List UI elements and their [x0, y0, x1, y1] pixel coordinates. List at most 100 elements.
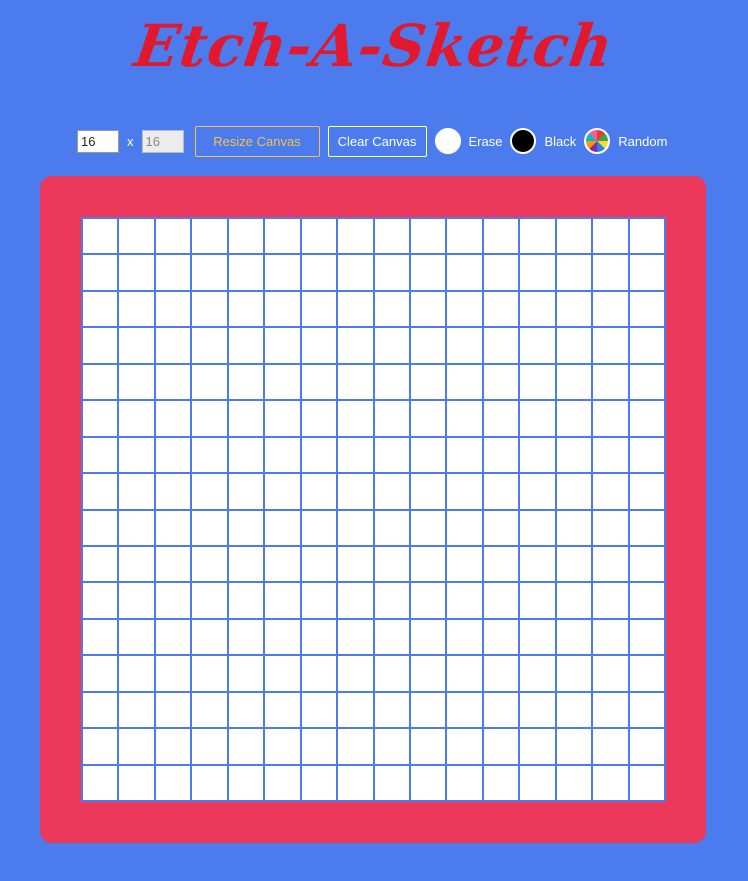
grid-cell[interactable]	[482, 363, 520, 401]
grid-cell[interactable]	[227, 509, 265, 546]
grid-cell[interactable]	[628, 691, 665, 729]
grid-cell[interactable]	[519, 691, 556, 729]
grid-cell[interactable]	[373, 400, 410, 437]
grid-cell[interactable]	[154, 764, 192, 801]
grid-cell[interactable]	[555, 764, 593, 801]
grid-cell[interactable]	[118, 254, 155, 291]
grid-cell[interactable]	[519, 728, 556, 765]
drawing-grid[interactable]	[81, 217, 666, 802]
grid-cell[interactable]	[409, 691, 447, 729]
grid-cell[interactable]	[519, 254, 556, 291]
grid-cell[interactable]	[154, 618, 192, 656]
grid-cell[interactable]	[264, 509, 301, 546]
grid-cell[interactable]	[300, 363, 338, 401]
grid-cell[interactable]	[118, 436, 155, 474]
grid-cell[interactable]	[300, 327, 338, 364]
grid-cell[interactable]	[409, 218, 447, 255]
grid-cell[interactable]	[118, 363, 155, 401]
grid-cell[interactable]	[373, 764, 410, 801]
grid-cell[interactable]	[337, 618, 374, 656]
grid-cell[interactable]	[628, 582, 665, 619]
grid-cell[interactable]	[482, 509, 520, 546]
grid-cell[interactable]	[82, 400, 119, 437]
grid-cell[interactable]	[227, 254, 265, 291]
grid-cell[interactable]	[264, 290, 301, 328]
grid-cell[interactable]	[373, 509, 410, 546]
random-swatch-icon[interactable]	[584, 128, 611, 154]
grid-cell[interactable]	[82, 618, 119, 656]
grid-cell[interactable]	[154, 728, 192, 765]
grid-cell[interactable]	[118, 618, 155, 656]
grid-cell[interactable]	[592, 728, 629, 765]
grid-cell[interactable]	[592, 327, 629, 364]
grid-cell[interactable]	[191, 363, 228, 401]
grid-cell[interactable]	[300, 582, 338, 619]
grid-cell[interactable]	[300, 728, 338, 765]
grid-cell[interactable]	[264, 363, 301, 401]
grid-cell[interactable]	[519, 618, 556, 656]
grid-cell[interactable]	[227, 473, 265, 510]
grid-cell[interactable]	[409, 618, 447, 656]
grid-cell[interactable]	[519, 473, 556, 510]
grid-cell[interactable]	[227, 436, 265, 474]
grid-cell[interactable]	[191, 218, 228, 255]
grid-cell[interactable]	[519, 509, 556, 546]
grid-cell[interactable]	[191, 290, 228, 328]
grid-cell[interactable]	[409, 473, 447, 510]
grid-cell[interactable]	[519, 436, 556, 474]
grid-cell[interactable]	[337, 363, 374, 401]
grid-cell[interactable]	[446, 691, 483, 729]
grid-cell[interactable]	[592, 691, 629, 729]
grid-cell[interactable]	[82, 691, 119, 729]
grid-cell[interactable]	[337, 655, 374, 692]
grid-cell[interactable]	[555, 254, 593, 291]
grid-cell[interactable]	[555, 582, 593, 619]
grid-cell[interactable]	[628, 618, 665, 656]
grid-cell[interactable]	[337, 436, 374, 474]
grid-cell[interactable]	[373, 436, 410, 474]
grid-cell[interactable]	[154, 254, 192, 291]
clear-canvas-button[interactable]: Clear Canvas	[327, 125, 427, 157]
grid-cell[interactable]	[82, 728, 119, 765]
grid-cell[interactable]	[191, 473, 228, 510]
grid-cell[interactable]	[555, 509, 593, 546]
grid-cell[interactable]	[227, 363, 265, 401]
grid-cell[interactable]	[628, 363, 665, 401]
grid-cell[interactable]	[373, 545, 410, 583]
grid-cell[interactable]	[300, 218, 338, 255]
grid-cell[interactable]	[337, 327, 374, 364]
grid-cell[interactable]	[118, 473, 155, 510]
grid-cell[interactable]	[555, 545, 593, 583]
grid-cell[interactable]	[482, 618, 520, 656]
grid-cell[interactable]	[409, 400, 447, 437]
grid-cell[interactable]	[482, 545, 520, 583]
grid-cell[interactable]	[118, 764, 155, 801]
grid-cell[interactable]	[446, 582, 483, 619]
grid-cell[interactable]	[118, 655, 155, 692]
grid-cell[interactable]	[555, 436, 593, 474]
grid-cell[interactable]	[154, 655, 192, 692]
grid-cell[interactable]	[482, 728, 520, 765]
grid-cell[interactable]	[264, 473, 301, 510]
grid-cell[interactable]	[519, 545, 556, 583]
grid-cell[interactable]	[482, 764, 520, 801]
grid-cell[interactable]	[482, 290, 520, 328]
grid-cell[interactable]	[373, 618, 410, 656]
grid-cell[interactable]	[300, 509, 338, 546]
grid-cell[interactable]	[373, 254, 410, 291]
grid-cell[interactable]	[482, 218, 520, 255]
grid-cell[interactable]	[264, 582, 301, 619]
grid-cell[interactable]	[300, 254, 338, 291]
grid-cell[interactable]	[227, 618, 265, 656]
grid-cell[interactable]	[592, 582, 629, 619]
grid-cell[interactable]	[264, 545, 301, 583]
grid-cell[interactable]	[592, 254, 629, 291]
grid-cell[interactable]	[519, 764, 556, 801]
grid-cell[interactable]	[337, 728, 374, 765]
grid-cell[interactable]	[82, 218, 119, 255]
grid-cell[interactable]	[118, 545, 155, 583]
grid-cell[interactable]	[409, 545, 447, 583]
grid-cell[interactable]	[482, 327, 520, 364]
grid-cell[interactable]	[482, 691, 520, 729]
grid-cell[interactable]	[446, 655, 483, 692]
